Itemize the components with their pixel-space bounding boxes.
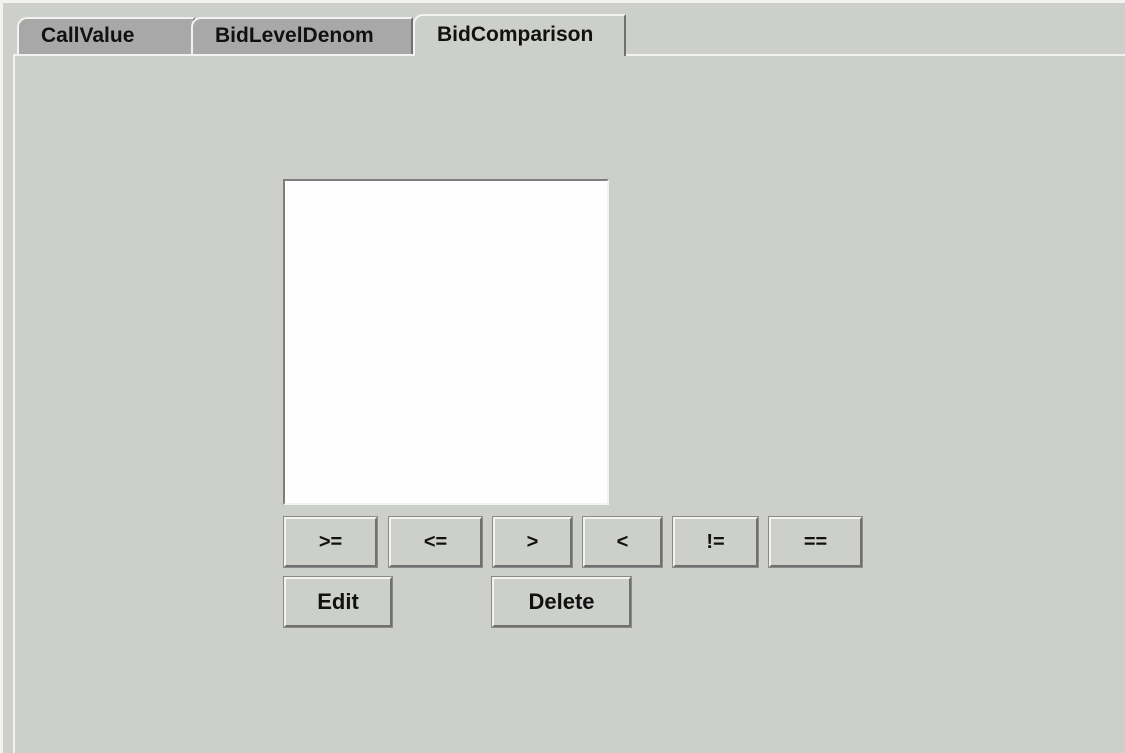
less-than-button[interactable]: < bbox=[582, 516, 663, 568]
equal-button[interactable]: == bbox=[768, 516, 863, 568]
edit-button[interactable]: Edit bbox=[283, 576, 393, 628]
greater-equal-button[interactable]: >= bbox=[283, 516, 378, 568]
less-equal-button[interactable]: <= bbox=[388, 516, 483, 568]
tab-callvalue[interactable]: CallValue bbox=[17, 17, 195, 54]
tab-bar: CallValue BidLevelDenom BidComparison bbox=[13, 14, 1123, 56]
comparison-list[interactable] bbox=[283, 179, 609, 505]
app-window: CallValue BidLevelDenom BidComparison >=… bbox=[0, 0, 1125, 753]
tab-bidleveldenom[interactable]: BidLevelDenom bbox=[191, 17, 413, 54]
not-equal-button[interactable]: != bbox=[672, 516, 759, 568]
greater-than-button[interactable]: > bbox=[492, 516, 573, 568]
delete-button[interactable]: Delete bbox=[491, 576, 632, 628]
tab-bidcomparison[interactable]: BidComparison bbox=[413, 14, 626, 56]
